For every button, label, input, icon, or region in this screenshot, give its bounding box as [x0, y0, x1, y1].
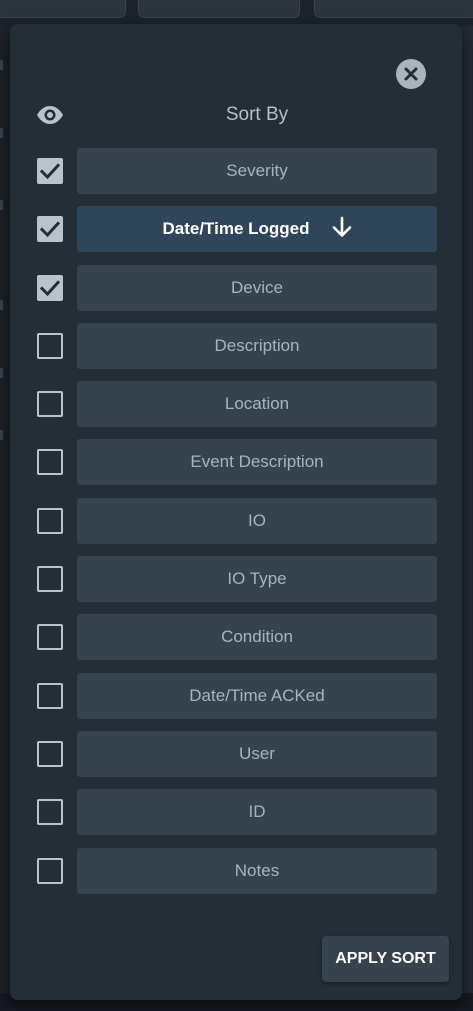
sort-field-label: ID: [248, 802, 266, 822]
sort-field-checkbox[interactable]: [37, 740, 63, 767]
sort-panel: Sort By Severity Date/Time Logged Device…: [10, 24, 462, 1000]
background-divider: [0, 430, 3, 440]
sort-field-row: ID: [10, 789, 462, 836]
sort-field-button[interactable]: Severity: [77, 148, 437, 194]
sort-field-label: Date/Time Logged: [162, 219, 310, 239]
sort-field-button[interactable]: Condition: [77, 614, 437, 661]
sort-field-checkbox[interactable]: [37, 391, 63, 418]
sort-field-button[interactable]: Date/Time ACKed: [77, 672, 437, 719]
sort-field-label: Device: [231, 277, 283, 297]
background-divider: [0, 60, 3, 70]
sort-field-label: IO Type: [227, 569, 287, 589]
sort-field-row: Severity: [10, 148, 462, 194]
sort-field-row: Event Description: [10, 439, 462, 486]
sort-field-button[interactable]: Description: [77, 322, 437, 369]
visibility-toggle[interactable]: [35, 103, 65, 127]
sort-field-label: Location: [224, 394, 290, 414]
background-tab: [0, 0, 126, 18]
background-divider: [0, 200, 3, 210]
sort-field-checkbox[interactable]: [37, 332, 63, 359]
sort-field-row: IO Type: [10, 556, 462, 603]
sort-field-checkbox[interactable]: [37, 682, 63, 709]
check-icon: [39, 163, 61, 180]
sort-field-list: Severity Date/Time Logged Device Descrip…: [10, 148, 462, 906]
sort-field-checkbox[interactable]: [37, 216, 63, 243]
sort-field-row: User: [10, 730, 462, 777]
sort-field-button[interactable]: Location: [77, 381, 437, 428]
sort-field-row: Description: [10, 322, 462, 369]
sort-field-label: IO: [248, 510, 266, 530]
background-tab: [138, 0, 300, 18]
background-divider: [0, 300, 3, 310]
sort-field-button[interactable]: Date/Time Logged: [77, 206, 437, 253]
sort-field-checkbox[interactable]: [37, 624, 63, 651]
sort-field-label: User: [239, 743, 275, 763]
background-tab: [314, 0, 473, 18]
sort-field-row: Condition: [10, 614, 462, 661]
sort-field-button[interactable]: Event Description: [77, 439, 437, 486]
apply-sort-button[interactable]: APPLY SORT: [322, 936, 449, 982]
close-button[interactable]: [396, 59, 426, 89]
sort-field-label: Event Description: [190, 452, 324, 472]
sort-field-label: Severity: [226, 161, 288, 180]
sort-field-row: Date/Time ACKed: [10, 672, 462, 719]
sort-field-button[interactable]: ID: [77, 789, 437, 836]
sort-field-row: IO: [10, 497, 462, 544]
eye-icon: [37, 106, 63, 124]
sort-field-checkbox[interactable]: [37, 799, 63, 826]
sort-field-checkbox[interactable]: [37, 449, 63, 476]
arrow-down-icon: [332, 216, 352, 243]
background-divider: [0, 128, 3, 138]
sort-field-checkbox[interactable]: [37, 857, 63, 884]
sort-field-button[interactable]: IO Type: [77, 556, 437, 603]
sort-field-label: Notes: [234, 860, 280, 880]
sort-field-row: Device: [10, 264, 462, 311]
close-icon: [404, 67, 418, 81]
sort-field-button[interactable]: User: [77, 730, 437, 777]
sort-by-title: Sort By: [225, 104, 289, 125]
check-icon: [39, 279, 61, 296]
sort-field-label: Date/Time ACKed: [189, 685, 325, 705]
background-divider: [0, 368, 3, 378]
sort-field-checkbox[interactable]: [37, 507, 63, 534]
sort-field-button[interactable]: Notes: [77, 847, 437, 894]
sort-field-button[interactable]: Device: [77, 264, 437, 311]
sort-field-label: Condition: [221, 627, 293, 647]
sort-field-checkbox[interactable]: [37, 158, 63, 184]
background-scrollbar: [461, 26, 473, 1011]
sort-field-row: Notes: [10, 847, 462, 894]
sort-field-row: Date/Time Logged: [10, 206, 462, 253]
sort-field-row: Location: [10, 381, 462, 428]
check-icon: [39, 221, 61, 238]
sort-field-label: Description: [214, 335, 300, 355]
sort-field-checkbox[interactable]: [37, 274, 63, 301]
sort-field-button[interactable]: IO: [77, 497, 437, 544]
sort-field-checkbox[interactable]: [37, 566, 63, 593]
